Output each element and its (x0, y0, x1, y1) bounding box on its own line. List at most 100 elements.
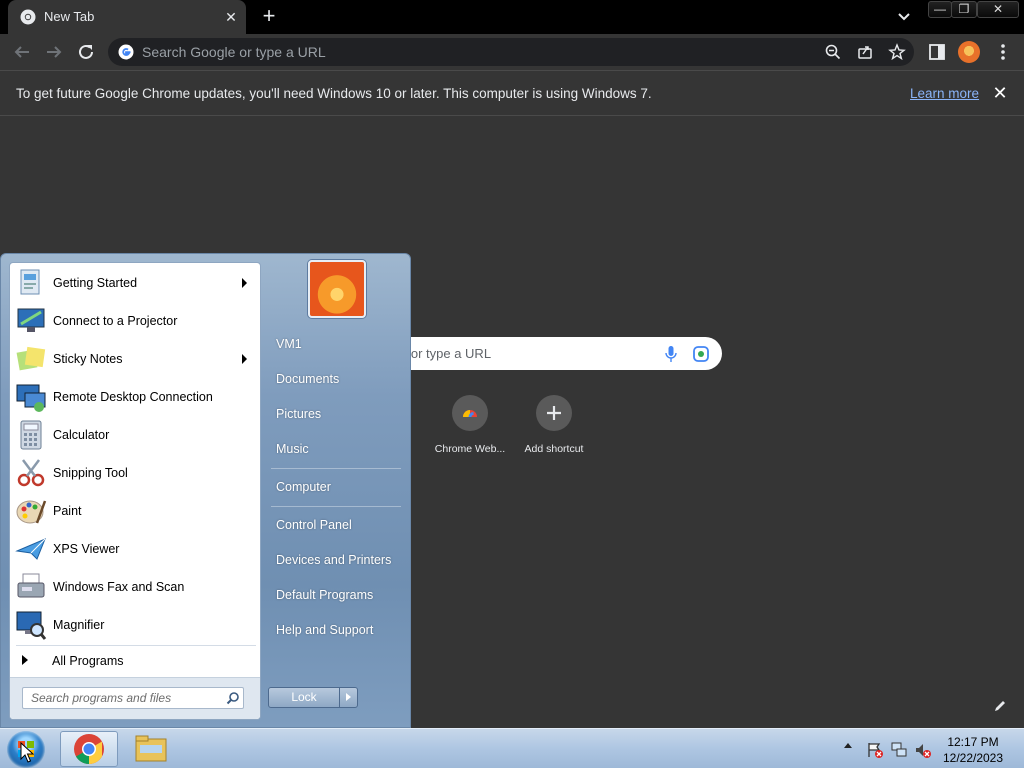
start-link-control-panel[interactable]: Control Panel (276, 518, 352, 532)
start-link-user-folder[interactable]: VM1 (276, 337, 302, 351)
all-programs-button[interactable]: All Programs (12, 650, 258, 672)
infobar-close-icon[interactable]: ✕ (990, 83, 1010, 103)
reload-icon[interactable] (74, 40, 98, 64)
chrome-favicon-icon (20, 9, 36, 25)
taskbar: 12:17 PM 12/22/2023 (0, 728, 1024, 768)
program-sticky-notes[interactable]: Sticky Notes (12, 341, 258, 377)
chrome-icon (74, 734, 104, 764)
program-snipping-tool[interactable]: Snipping Tool (12, 455, 258, 491)
program-label: Calculator (53, 428, 110, 442)
program-magnifier[interactable]: Magnifier (12, 607, 258, 643)
scissors-icon (17, 459, 45, 487)
chrome-title-bar: New Tab ✕ + — ❐ ✕ (0, 0, 1024, 34)
address-bar[interactable]: Search Google or type a URL (108, 38, 914, 66)
start-search-placeholder: Search programs and files (31, 691, 172, 705)
shortcut-chrome-web-store[interactable]: Chrome Web... (428, 395, 512, 465)
shortcut-label: Chrome Web... (434, 443, 506, 455)
program-getting-started[interactable]: Getting Started (12, 265, 258, 301)
divider (271, 468, 401, 469)
bookmark-star-icon[interactable] (888, 43, 906, 61)
power-options-arrow-button[interactable] (339, 687, 358, 708)
start-link-music[interactable]: Music (276, 442, 309, 456)
shortcut-label: Add shortcut (524, 443, 584, 455)
chrome-toolbar: Search Google or type a URL (0, 34, 1024, 70)
action-center-flag-icon[interactable] (866, 741, 884, 759)
taskbar-chrome-button[interactable] (60, 731, 118, 767)
zoom-icon[interactable] (824, 43, 842, 61)
start-menu-programs-pane: Getting Started Connect to a Projector S… (9, 262, 261, 720)
show-hidden-icons-chevron-icon[interactable] (844, 743, 852, 748)
add-shortcut-button[interactable]: Add shortcut (512, 395, 596, 465)
divider (16, 645, 256, 646)
clock-date[interactable]: 12/22/2023 (930, 751, 1016, 765)
remote-desktop-icon (16, 384, 46, 412)
all-programs-label: All Programs (52, 654, 124, 668)
magnifier-icon (16, 611, 47, 640)
taskbar-explorer-button[interactable] (122, 731, 180, 767)
xps-viewer-icon (15, 538, 46, 560)
program-remote-desktop[interactable]: Remote Desktop Connection (12, 379, 258, 415)
side-panel-icon[interactable] (928, 43, 946, 61)
back-arrow-icon[interactable] (10, 40, 34, 64)
start-search-area: Search programs and files (10, 677, 260, 719)
calculator-icon (20, 420, 42, 450)
plus-icon (536, 395, 572, 431)
close-window-button[interactable]: ✕ (977, 1, 1019, 18)
program-label: XPS Viewer (53, 542, 120, 556)
lock-button[interactable]: Lock (268, 687, 340, 708)
program-label: Remote Desktop Connection (53, 390, 213, 404)
update-infobar: To get future Google Chrome updates, you… (0, 70, 1024, 116)
program-windows-fax-and-scan[interactable]: Windows Fax and Scan (12, 569, 258, 605)
program-paint[interactable]: Paint (12, 493, 258, 529)
program-label: Snipping Tool (53, 466, 128, 480)
more-menu-icon[interactable] (994, 42, 1012, 62)
mouse-cursor-icon (20, 742, 34, 763)
user-account-picture[interactable] (308, 260, 366, 318)
profile-avatar[interactable] (958, 41, 980, 63)
chrome-web-store-icon (452, 395, 488, 431)
restore-button[interactable]: ❐ (951, 1, 977, 18)
program-xps-viewer[interactable]: XPS Viewer (12, 531, 258, 567)
customize-pencil-icon[interactable] (988, 694, 1012, 718)
search-icon[interactable] (226, 691, 240, 705)
arrow-right-icon (22, 655, 28, 665)
share-icon[interactable] (856, 43, 874, 61)
tab-title: New Tab (44, 9, 95, 24)
program-label: Getting Started (53, 276, 138, 290)
start-link-devices-and-printers[interactable]: Devices and Printers (276, 553, 391, 567)
tab-close-icon[interactable]: ✕ (222, 8, 240, 26)
ntp-search-placeholder: e or type a URL (400, 346, 492, 361)
folder-icon (135, 735, 167, 762)
divider (271, 506, 401, 507)
google-g-icon (118, 44, 134, 60)
start-link-pictures[interactable]: Pictures (276, 407, 321, 421)
tab-new-tab[interactable]: New Tab ✕ (8, 0, 246, 34)
new-tab-button[interactable]: + (258, 5, 280, 28)
chevron-down-icon[interactable] (894, 8, 914, 26)
microphone-icon[interactable] (664, 345, 678, 363)
program-label: Windows Fax and Scan (53, 580, 185, 594)
forward-arrow-icon[interactable] (42, 40, 66, 64)
submenu-arrow-icon (242, 354, 247, 364)
submenu-arrow-icon (242, 278, 247, 288)
start-link-computer[interactable]: Computer (276, 480, 331, 494)
start-search-input[interactable]: Search programs and files (22, 687, 244, 709)
sticky-notes-icon (16, 346, 46, 371)
clock-time[interactable]: 12:17 PM (930, 735, 1016, 749)
fax-icon (17, 573, 45, 598)
google-lens-icon[interactable] (692, 345, 710, 363)
start-link-help-and-support[interactable]: Help and Support (276, 623, 373, 637)
start-link-default-programs[interactable]: Default Programs (276, 588, 373, 602)
program-label: Connect to a Projector (53, 314, 178, 328)
start-link-documents[interactable]: Documents (276, 372, 339, 386)
program-connect-to-projector[interactable]: Connect to a Projector (12, 303, 258, 339)
network-icon[interactable] (890, 741, 908, 759)
address-bar-placeholder: Search Google or type a URL (142, 44, 326, 60)
minimize-button[interactable]: — (928, 1, 952, 18)
paint-icon (16, 500, 47, 524)
program-label: Sticky Notes (53, 352, 123, 366)
program-label: Magnifier (53, 618, 105, 632)
program-calculator[interactable]: Calculator (12, 417, 258, 453)
infobar-message: To get future Google Chrome updates, you… (16, 86, 652, 101)
learn-more-link[interactable]: Learn more (910, 86, 979, 101)
